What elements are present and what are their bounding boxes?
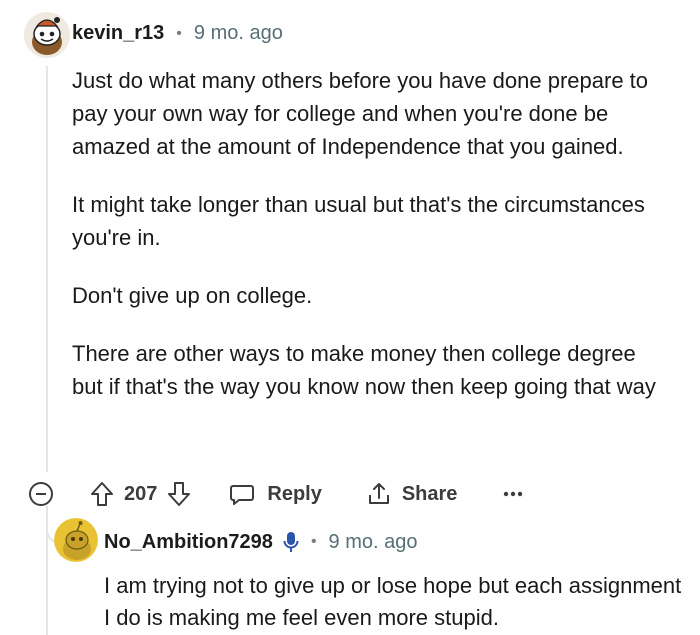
collapse-button[interactable] [28,481,68,507]
separator-dot: • [310,533,317,550]
reply-icon [230,485,255,505]
upvote-button[interactable] [90,481,114,507]
reply-label: Reply [267,482,322,505]
comment-paragraph: It might take longer than usual but that… [72,192,645,250]
collapse-icon [29,482,53,506]
snoo-avatar-yellow-icon[interactable] [54,518,98,562]
vote-count: 207 [124,482,158,505]
downvote-icon [168,482,191,506]
reply-button[interactable]: Reply [229,481,322,507]
comment-paragraph: There are other ways to make money then … [72,341,656,399]
reply-body: I am trying not to give up or lose hope … [104,573,682,630]
separator-dot: • [176,24,182,42]
upvote-icon [91,482,113,506]
thread-line [46,66,48,472]
comment-body: Just do what many others before you have… [72,64,672,403]
thread-line-continued [46,506,48,635]
comment-paragraph: Just do what many others before you have… [72,68,649,159]
more-options-button[interactable] [503,491,523,497]
share-icon [368,483,389,504]
comment-username[interactable]: kevin_r13 [72,22,164,45]
more-icon [504,491,523,497]
comment-timestamp: 9 mo. ago [193,22,283,44]
reply-username[interactable]: No_Ambition7298 [104,531,273,554]
snoo-avatar-icon[interactable] [24,12,70,58]
share-button[interactable]: Share [366,481,458,507]
microphone-icon [283,530,299,554]
comment-action-bar: 207 Reply Share [28,478,523,510]
comment-paragraph: Don't give up on college. [72,283,313,308]
comment-header: kevin_r13 • 9 mo. ago [72,22,283,45]
downvote-button[interactable] [167,481,191,507]
share-label: Share [401,482,458,505]
reply-timestamp: 9 mo. ago [328,530,418,553]
reply-header: No_Ambition7298 • 9 mo. ago [104,530,418,554]
